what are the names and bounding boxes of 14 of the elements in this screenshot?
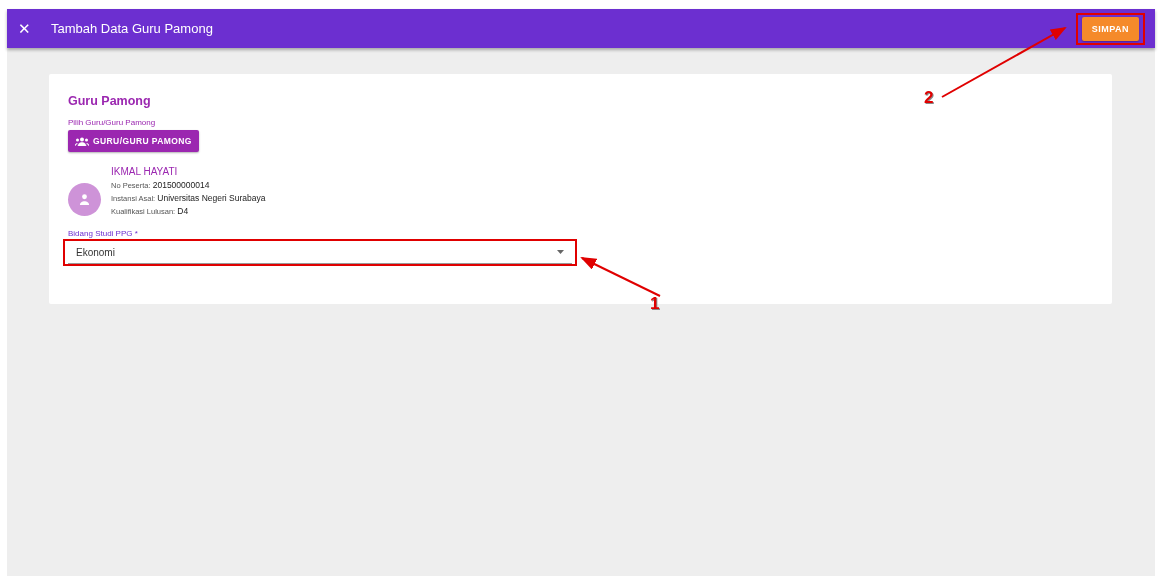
study-field-select[interactable]: Ekonomi: [68, 241, 572, 264]
close-button[interactable]: ✕: [17, 19, 31, 38]
group-icon: [75, 136, 89, 146]
teacher-picker-button[interactable]: GURU/GURU PAMONG: [68, 130, 199, 152]
step-number: 2: [924, 88, 934, 108]
picker-label: Pilih Guru/Guru Pamong: [68, 118, 157, 127]
person-icon: [79, 194, 90, 205]
highlight-frame: [1075, 12, 1145, 45]
step-number: 1: [650, 294, 660, 314]
person-name: IKMAL HAYATI: [111, 166, 179, 177]
dropdown-caret-icon: [557, 250, 564, 254]
section-title: Guru Pamong: [68, 94, 151, 108]
window-title: Tambah Data Guru Pamong: [51, 21, 214, 36]
field-label: Bidang Studi PPG *: [68, 229, 139, 238]
